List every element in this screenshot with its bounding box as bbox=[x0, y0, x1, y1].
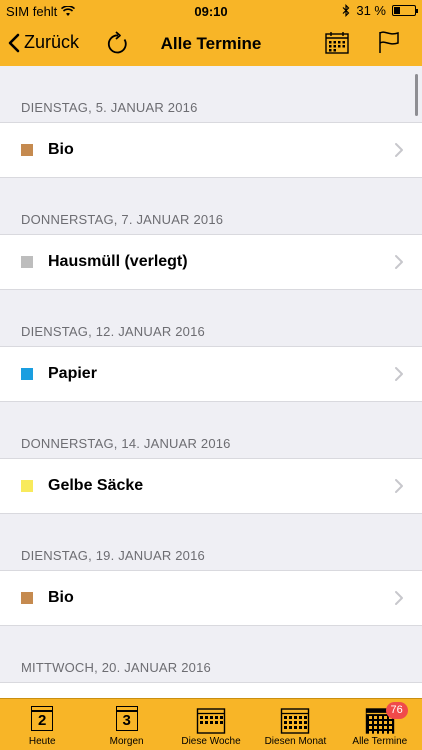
list-item[interactable]: Hausmüll (verlegt) bbox=[0, 234, 422, 290]
list-item-label: Bio bbox=[48, 589, 74, 606]
tab-label: Alle Termine bbox=[352, 736, 408, 747]
refresh-button[interactable] bbox=[104, 30, 132, 58]
battery-icon bbox=[392, 5, 418, 16]
calendar-icon bbox=[325, 32, 349, 54]
tab-diese-woche[interactable]: Diese Woche bbox=[169, 699, 253, 750]
list-item-label: Gelbe Säcke bbox=[48, 477, 144, 494]
status-right: 31 % bbox=[342, 3, 418, 18]
tab-bar: 2 Heute 3 Morgen Diese Woche Diesen Monat 76 Al… bbox=[0, 698, 422, 750]
list-item[interactable]: Papier bbox=[0, 346, 422, 402]
tab-heute[interactable]: 2 Heute bbox=[0, 699, 84, 750]
category-color-swatch bbox=[21, 256, 33, 268]
chevron-right-icon bbox=[395, 479, 403, 493]
bluetooth-icon bbox=[342, 4, 350, 17]
chevron-right-icon bbox=[395, 143, 403, 157]
tab-label: Morgen bbox=[109, 736, 144, 747]
tab-label: Diese Woche bbox=[181, 736, 241, 747]
category-color-swatch bbox=[21, 480, 33, 492]
appointment-list[interactable]: DIENSTAG, 5. JANUAR 2016 Bio DONNERSTAG, 7… bbox=[0, 66, 422, 698]
scroll-indicator[interactable] bbox=[415, 74, 418, 116]
list-item[interactable] bbox=[0, 682, 422, 698]
day-number: 3 bbox=[122, 712, 131, 729]
list-item[interactable]: Bio bbox=[0, 570, 422, 626]
refresh-icon bbox=[107, 31, 127, 54]
week-calendar-icon bbox=[196, 706, 226, 739]
list-item-label: Papier bbox=[48, 365, 97, 382]
tab-badge-count: 76 bbox=[385, 702, 408, 719]
section-header-date: DONNERSTAG, 7. JANUAR 2016 bbox=[21, 212, 224, 227]
header: SIM fehlt 09:10 31 % Zurück Alle Termine bbox=[0, 0, 422, 66]
flag-button[interactable] bbox=[376, 29, 404, 57]
calendar-button[interactable] bbox=[324, 30, 352, 58]
tab-morgen[interactable]: 3 Morgen bbox=[84, 699, 168, 750]
chevron-right-icon bbox=[395, 255, 403, 269]
section-header-date: DIENSTAG, 12. JANUAR 2016 bbox=[21, 324, 205, 339]
category-color-swatch bbox=[21, 592, 33, 604]
section-header-date: DIENSTAG, 19. JANUAR 2016 bbox=[21, 548, 205, 563]
section-header-date: DIENSTAG, 5. JANUAR 2016 bbox=[21, 100, 198, 115]
tab-label: Heute bbox=[28, 736, 56, 747]
category-color-swatch bbox=[21, 368, 33, 380]
status-bar: SIM fehlt 09:10 31 % bbox=[0, 0, 422, 24]
chevron-right-icon bbox=[395, 367, 403, 381]
back-button[interactable]: Zurück bbox=[8, 32, 79, 53]
chevron-right-icon bbox=[395, 591, 403, 605]
battery-percent: 31 % bbox=[356, 3, 386, 18]
list-item[interactable]: Gelbe Säcke bbox=[0, 458, 422, 514]
back-label: Zurück bbox=[24, 32, 80, 52]
day-2-icon: 2 bbox=[31, 706, 54, 731]
list-item-label: Bio bbox=[48, 141, 74, 158]
section-header-date: DONNERSTAG, 14. JANUAR 2016 bbox=[21, 436, 231, 451]
tab-diesen-monat[interactable]: Diesen Monat bbox=[253, 699, 337, 750]
chevron-left-icon bbox=[8, 33, 20, 52]
flag-icon bbox=[379, 31, 399, 53]
day-number: 2 bbox=[38, 712, 47, 729]
month-calendar-icon bbox=[280, 706, 310, 739]
list-item[interactable]: Bio bbox=[0, 122, 422, 178]
category-color-swatch bbox=[21, 144, 33, 156]
nav-bar: Zurück Alle Termine bbox=[0, 24, 422, 66]
list-item-label: Hausmüll (verlegt) bbox=[48, 253, 188, 270]
battery-level bbox=[394, 7, 401, 14]
section-header-date: MITTWOCH, 20. JANUAR 2016 bbox=[21, 660, 211, 675]
tab-label: Diesen Monat bbox=[264, 736, 327, 747]
day-3-icon: 3 bbox=[115, 706, 138, 731]
tab-alle-termine[interactable]: 76 Alle Termine bbox=[338, 699, 422, 750]
